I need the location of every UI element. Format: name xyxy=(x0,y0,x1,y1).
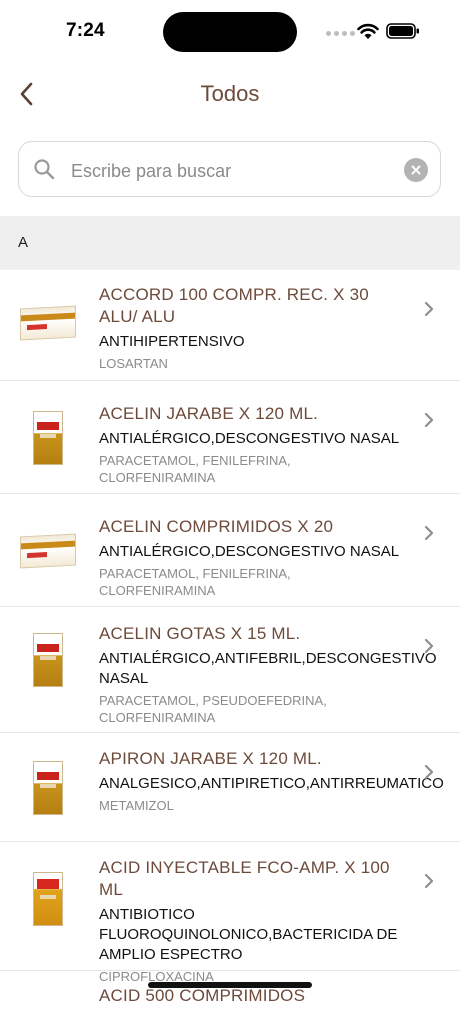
product-classification: ANALGESICO,ANTIPIRETICO,ANTIRREUMATICO xyxy=(99,775,444,792)
section-header: A xyxy=(0,216,460,270)
search-bar xyxy=(18,141,441,197)
home-indicator[interactable] xyxy=(148,982,312,988)
list-item[interactable]: ACELIN JARABE X 120 ML. ANTIALÉRGICO,DES… xyxy=(0,381,460,494)
product-classification: ANTIALÉRGICO,DESCONGESTIVO NASAL xyxy=(99,543,400,560)
product-classification: ANTIBIOTICO FLUOROQUINOLONICO,BACTERICID… xyxy=(99,906,398,963)
wifi-icon xyxy=(357,23,379,39)
list-item[interactable]: APIRON JARABE X 120 ML. ANALGESICO,ANTIP… xyxy=(0,733,460,842)
product-name: ACID 500 COMPRIMIDOS xyxy=(99,986,306,1005)
product-classification: ANTIALÉRGICO,DESCONGESTIVO NASAL xyxy=(99,430,400,447)
clear-search-button[interactable] xyxy=(404,158,428,182)
battery-icon xyxy=(386,23,419,39)
cellular-signal-icon xyxy=(326,31,355,36)
product-name: ACELIN JARABE X 120 ML. xyxy=(99,404,319,423)
product-name: ACCORD 100 COMPR. REC. X 30 ALU/ ALU xyxy=(99,285,369,326)
status-bar: 7:24 xyxy=(0,0,460,60)
navigation-bar: Todos xyxy=(0,62,460,126)
product-image xyxy=(18,755,78,821)
list-item[interactable]: ACELIN GOTAS X 15 ML. ANTIALÉRGICO,ANTIF… xyxy=(0,607,460,733)
search-icon xyxy=(34,159,55,180)
list-item[interactable]: ACID 500 COMPRIMIDOS xyxy=(0,971,460,1011)
close-icon xyxy=(411,165,421,175)
chevron-right-icon xyxy=(424,638,434,654)
status-time: 7:24 xyxy=(66,20,105,41)
product-active-ingredient: METAMIZOL xyxy=(99,798,174,813)
product-classification: ANTIHIPERTENSIVO xyxy=(99,333,245,350)
product-active-ingredient: PARACETAMOL, FENILEFRINA, CLORFENIRAMINA xyxy=(99,453,291,485)
product-image xyxy=(18,405,78,471)
product-image xyxy=(18,518,78,584)
chevron-right-icon xyxy=(424,873,434,889)
dynamic-island xyxy=(163,12,297,52)
chevron-right-icon xyxy=(424,525,434,541)
product-image xyxy=(18,627,78,693)
product-active-ingredient: PARACETAMOL, FENILEFRINA, CLORFENIRAMINA xyxy=(99,566,291,598)
product-list: ACCORD 100 COMPR. REC. X 30 ALU/ ALU ANT… xyxy=(0,270,460,1011)
product-active-ingredient: PARACETAMOL, PSEUDOEFEDRINA, CLORFENIRAM… xyxy=(99,693,327,725)
section-letter: A xyxy=(18,234,29,251)
chevron-right-icon xyxy=(424,301,434,317)
product-name: ACID INYECTABLE FCO-AMP. X 100 ML xyxy=(99,858,390,899)
list-item[interactable]: ACCORD 100 COMPR. REC. X 30 ALU/ ALU ANT… xyxy=(0,270,460,381)
page-title: Todos xyxy=(200,81,260,106)
chevron-right-icon xyxy=(424,412,434,428)
product-image xyxy=(18,290,78,356)
list-item[interactable]: ACELIN COMPRIMIDOS X 20 ANTIALÉRGICO,DES… xyxy=(0,494,460,607)
product-name: ACELIN COMPRIMIDOS X 20 xyxy=(99,517,334,536)
product-name: APIRON JARABE X 120 ML. xyxy=(99,749,322,768)
chevron-right-icon xyxy=(424,764,434,780)
search-input[interactable] xyxy=(69,154,403,188)
list-item[interactable]: ACID INYECTABLE FCO-AMP. X 100 ML ANTIBI… xyxy=(0,842,460,984)
product-image xyxy=(18,866,78,932)
product-name: ACELIN GOTAS X 15 ML. xyxy=(99,624,301,643)
product-active-ingredient: LOSARTAN xyxy=(99,356,168,371)
product-classification: ANTIALÉRGICO,ANTIFEBRIL,DESCONGESTIVO NA… xyxy=(99,650,437,687)
